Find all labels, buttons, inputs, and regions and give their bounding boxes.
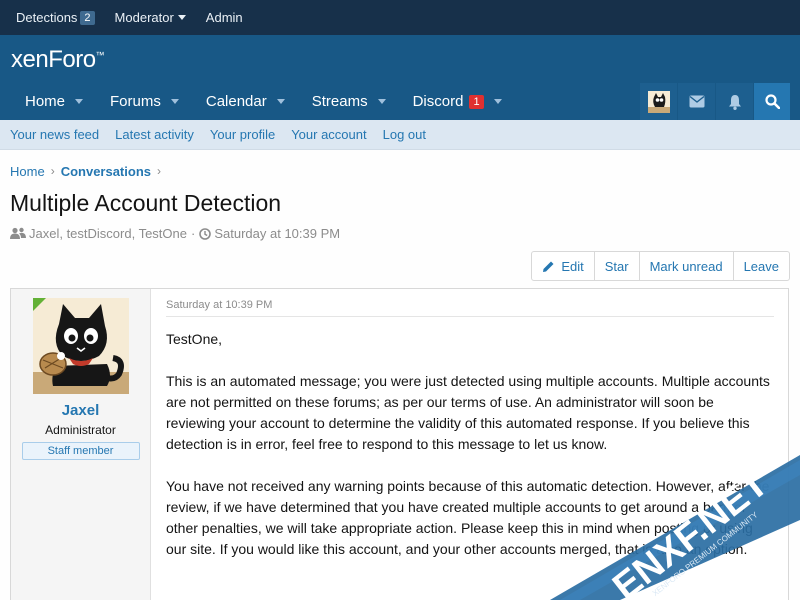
nav-tab-home[interactable]: Home [0, 83, 85, 120]
site-header: xenForo™ [0, 35, 800, 83]
staff-bar: Detections 2 Moderator Admin [0, 0, 800, 35]
search-button[interactable] [754, 83, 790, 120]
account-avatar-button[interactable] [640, 83, 677, 120]
admin-link[interactable]: Admin [206, 10, 243, 25]
online-indicator [33, 298, 46, 311]
caret-down-icon[interactable] [170, 99, 179, 104]
alerts-button[interactable] [716, 83, 753, 120]
message-greeting: TestOne, [166, 331, 223, 347]
search-icon [764, 94, 780, 109]
message-user-title: Administrator [45, 423, 116, 437]
user-avatar[interactable] [32, 298, 129, 394]
chevron-right-icon: › [50, 164, 55, 178]
nav-tab-forums[interactable]: Forums [85, 83, 181, 120]
envelope-icon [689, 95, 704, 108]
subnav-latest-activity[interactable]: Latest activity [115, 127, 194, 142]
mark-unread-label: Mark unread [649, 258, 723, 274]
admin-label: Admin [205, 10, 243, 25]
conversation-actions: Edit Star Mark unread Leave [531, 251, 790, 281]
caret-down-icon[interactable] [493, 99, 502, 104]
breadcrumb: Home › Conversations › [10, 150, 790, 190]
leave-label: Leave [743, 258, 779, 274]
star-button[interactable]: Star [593, 252, 639, 280]
message-main-cell: Saturday at 10:39 PM TestOne, This is an… [151, 289, 788, 600]
nav-user-tools [639, 83, 790, 120]
detections-count-badge: 2 [80, 10, 95, 25]
subnav-news-feed[interactable]: Your news feed [10, 127, 99, 142]
nav-tab-streams[interactable]: Streams [287, 83, 388, 120]
message-paragraph: This is an automated message; you were j… [166, 373, 770, 452]
subnav-log-out[interactable]: Log out [383, 127, 426, 142]
nav-tab-label: Streams [311, 93, 368, 110]
breadcrumb-conversations[interactable]: Conversations [61, 164, 151, 179]
edit-label: Edit [561, 258, 584, 274]
nav-tab-label: Home [25, 93, 66, 110]
caret-down-icon[interactable] [377, 99, 386, 104]
edit-button[interactable]: Edit [532, 252, 593, 280]
message-username[interactable]: Jaxel [62, 402, 100, 419]
subnav-your-account[interactable]: Your account [291, 127, 366, 142]
moderator-label: Moderator [114, 10, 174, 25]
chevron-right-icon: › [157, 164, 161, 178]
meta-separator: · [191, 226, 196, 241]
staff-member-badge: Staff member [21, 442, 140, 460]
caret-down-icon[interactable] [276, 99, 285, 104]
cat-avatar-image [32, 298, 129, 394]
pencil-icon [543, 261, 554, 272]
bell-icon [728, 94, 741, 110]
nav-tab-label: Discord [412, 93, 464, 110]
message-date[interactable]: Saturday at 10:39 PM [166, 299, 774, 317]
caret-down-icon[interactable] [75, 99, 84, 104]
message-body: TestOne, This is an automated message; y… [166, 329, 774, 560]
site-logo[interactable]: xenForo™ [11, 46, 105, 74]
moderator-menu[interactable]: Moderator [115, 10, 186, 25]
discord-badge: 1 [469, 94, 484, 109]
detections-label: Detections [16, 10, 78, 25]
message-paragraph: You have not received any warning points… [166, 478, 770, 557]
star-label: Star [604, 258, 629, 274]
leave-button[interactable]: Leave [732, 252, 789, 280]
logo-mark: ™ [95, 50, 105, 60]
message-user-cell: Jaxel Administrator Staff member [11, 289, 151, 600]
detections-link[interactable]: Detections 2 [16, 10, 95, 25]
page-title: Multiple Account Detection [10, 190, 282, 216]
conversation-message: Jaxel Administrator Staff member Saturda… [10, 288, 789, 600]
nav-tab-label: Forums [110, 93, 161, 110]
conversation-date: Saturday at 10:39 PM [214, 226, 341, 241]
avatar [647, 90, 670, 113]
nav-tab-discord[interactable]: Discord 1 [388, 83, 504, 120]
participants-list[interactable]: Jaxel, testDiscord, TestOne [29, 226, 187, 241]
clock-icon [199, 227, 212, 240]
caret-down-icon [177, 15, 186, 20]
logo-text: xenForo [11, 46, 96, 73]
subnav-your-profile[interactable]: Your profile [210, 127, 275, 142]
inbox-button[interactable] [678, 83, 715, 120]
conversation-meta: Jaxel, testDiscord, TestOne · Saturday a… [10, 226, 790, 241]
users-icon [10, 227, 26, 239]
main-nav: Home Forums Calendar Streams Discord 1 [0, 83, 800, 120]
sub-nav: Your news feed Latest activity Your prof… [0, 120, 800, 150]
mark-unread-button[interactable]: Mark unread [638, 252, 733, 280]
page-body: Home › Conversations › Multiple Account … [0, 150, 800, 241]
nav-tab-calendar[interactable]: Calendar [181, 83, 287, 120]
breadcrumb-home[interactable]: Home [10, 164, 45, 179]
nav-tab-label: Calendar [205, 93, 267, 110]
